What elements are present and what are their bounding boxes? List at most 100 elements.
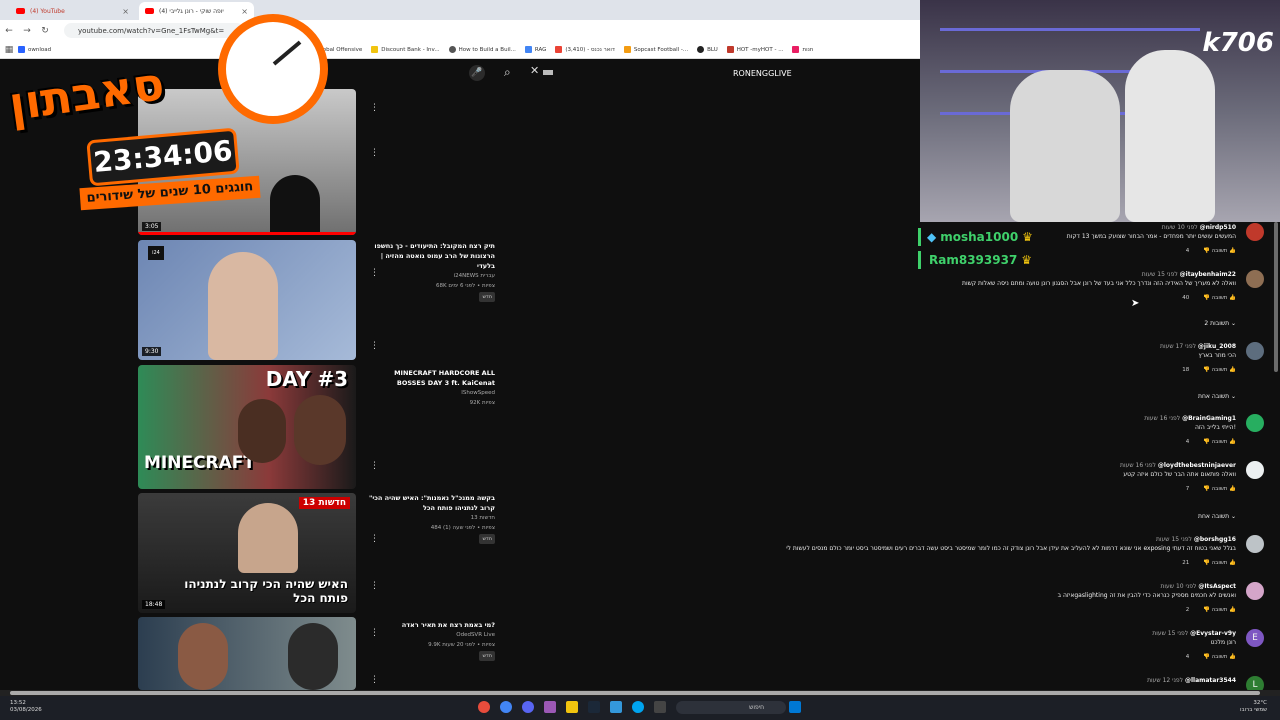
comment-author[interactable]: @jiku_2008: [1198, 343, 1236, 350]
video-thumbnail[interactable]: DAY #3 MINECRAFT: [138, 365, 356, 489]
chrome-icon[interactable]: [500, 701, 512, 713]
comment-text: וואלה לא מעריך של האידיה הזה ונדרך כלל א…: [962, 280, 1236, 287]
avatar[interactable]: [1246, 535, 1264, 553]
bookmark[interactable]: HOT -myHOT - ...: [726, 46, 783, 53]
video-meta[interactable]: תיק רצח המקובל: התיעודים - כך נחשפו הרצו…: [365, 241, 495, 302]
mic-icon[interactable]: 🎤: [469, 65, 485, 81]
steam-icon[interactable]: [588, 701, 600, 713]
like-icon[interactable]: 👍: [1229, 295, 1236, 301]
bookmark[interactable]: Discount Bank - Inv...: [371, 46, 440, 53]
bookmark[interactable]: BLU: [697, 46, 718, 53]
like-icon[interactable]: 👍: [1229, 367, 1236, 373]
discord-icon[interactable]: [522, 701, 534, 713]
reply-button[interactable]: תשובה: [1212, 367, 1228, 373]
like-icon[interactable]: 👍: [1229, 560, 1236, 566]
bookmark[interactable]: RAG: [524, 46, 546, 53]
reply-button[interactable]: תשובה: [1212, 439, 1228, 445]
chevron-down-icon: ⌄: [1230, 393, 1236, 400]
avatar[interactable]: E: [1246, 629, 1264, 647]
app-icon[interactable]: [478, 701, 490, 713]
taskbar-search[interactable]: חיפוש: [676, 701, 786, 714]
video-channel[interactable]: OdedSVR Live: [365, 630, 495, 640]
more-options-icon[interactable]: ⋮: [370, 341, 379, 351]
more-options-icon[interactable]: ⋮: [370, 581, 379, 591]
like-icon[interactable]: 👍: [1229, 439, 1236, 445]
comment-author[interactable]: @loydthebestninjaever: [1158, 462, 1236, 469]
video-title[interactable]: מי באמת רצח את תאיר ראדה?: [365, 620, 495, 630]
more-options-icon[interactable]: ⋮: [370, 461, 379, 471]
video-title[interactable]: MINECRAFT HARDCORE ALL BOSSES DAY 3 ft. …: [365, 368, 495, 388]
edge-icon[interactable]: [632, 701, 644, 713]
reply-button[interactable]: תשובה: [1212, 560, 1228, 566]
like-icon[interactable]: 👍: [1229, 248, 1236, 254]
reply-button[interactable]: תשובה: [1212, 295, 1228, 301]
more-options-icon[interactable]: ⋮: [370, 675, 379, 685]
watch-progress: [138, 232, 356, 235]
more-options-icon[interactable]: ⋮: [370, 628, 379, 638]
show-replies-button[interactable]: תשובה אחת ⌄: [1198, 393, 1236, 400]
video-channel[interactable]: i24NEWS עברית: [365, 271, 495, 281]
dislike-icon[interactable]: 👎: [1203, 367, 1210, 373]
search-input[interactable]: [543, 70, 553, 75]
video-thumbnail[interactable]: [138, 617, 356, 690]
comment-author[interactable]: @borshgg16: [1194, 536, 1236, 543]
avatar[interactable]: [1246, 414, 1264, 432]
like-icon[interactable]: 👍: [1229, 486, 1236, 492]
show-replies-button[interactable]: 2 תשובות ⌄: [1204, 320, 1236, 327]
cam-watermark: k706: [1202, 28, 1274, 58]
comment-author[interactable]: @ItsAspect: [1198, 583, 1236, 590]
show-replies-button[interactable]: תשובה אחת ⌄: [1198, 513, 1236, 520]
app-icon[interactable]: [654, 701, 666, 713]
comment-author[interactable]: @BrainGaming1: [1182, 415, 1236, 422]
comment-author[interactable]: @itaybenhaim22: [1180, 271, 1236, 278]
comments-scrollbar[interactable]: [1274, 222, 1278, 372]
scrollbar-thumb[interactable]: [10, 691, 1260, 695]
folder-icon[interactable]: [566, 701, 578, 713]
reply-button[interactable]: תשובה: [1212, 607, 1228, 613]
comment-author[interactable]: @Evystar-v9y: [1190, 630, 1236, 637]
avatar[interactable]: [1246, 342, 1264, 360]
avatar[interactable]: [1246, 223, 1264, 241]
comment-author[interactable]: @llamatar3544: [1185, 677, 1236, 684]
video-channel[interactable]: IShowSpeed: [365, 388, 495, 398]
bookmark[interactable]: חנות: [792, 46, 813, 53]
avatar[interactable]: [1246, 582, 1264, 600]
dislike-icon[interactable]: 👎: [1203, 295, 1210, 301]
comment-author[interactable]: @nirdp510: [1200, 224, 1236, 231]
windows-start-icon[interactable]: [789, 701, 801, 713]
bookmark[interactable]: How to Build a Buil...: [448, 46, 516, 53]
video-thumbnail[interactable]: חדשות 13 האיש שהיה הכי קרוב לנתניהו פותח…: [138, 493, 356, 613]
like-icon[interactable]: 👍: [1229, 654, 1236, 660]
more-options-icon[interactable]: ⋮: [370, 103, 379, 113]
headset-icon[interactable]: [544, 701, 556, 713]
clear-search-icon[interactable]: ✕: [530, 64, 539, 77]
dislike-icon[interactable]: 👎: [1203, 607, 1210, 613]
reply-button[interactable]: תשובה: [1212, 654, 1228, 660]
reply-button[interactable]: תשובה: [1212, 248, 1228, 254]
video-thumbnail[interactable]: i24 9:30: [138, 240, 356, 360]
video-title[interactable]: "בקשה ממנכ"ל נאמנות": האיש שהיה הכי קרוב…: [365, 493, 495, 513]
avatar[interactable]: [1246, 270, 1264, 288]
weather-widget[interactable]: 32°C שמשי ברובו: [1240, 700, 1267, 714]
app-icon[interactable]: [610, 701, 622, 713]
reply-button[interactable]: תשובה: [1212, 486, 1228, 492]
video-title[interactable]: תיק רצח המקובל: התיעודים - כך נחשפו הרצו…: [365, 241, 495, 271]
video-meta[interactable]: MINECRAFT HARDCORE ALL BOSSES DAY 3 ft. …: [365, 368, 495, 408]
like-icon[interactable]: 👍: [1229, 607, 1236, 613]
dislike-icon[interactable]: 👎: [1203, 248, 1210, 254]
chevron-down-icon: ⌄: [1230, 320, 1236, 327]
more-options-icon[interactable]: ⋮: [370, 534, 379, 544]
bookmark[interactable]: (3,410) - דואר נכנס: [555, 46, 615, 53]
dislike-icon[interactable]: 👎: [1203, 486, 1210, 492]
video-channel[interactable]: חדשות 13: [365, 513, 495, 523]
more-options-icon[interactable]: ⋮: [370, 148, 379, 158]
search-icon[interactable]: ⌕: [504, 65, 511, 80]
dislike-icon[interactable]: 👎: [1203, 654, 1210, 660]
chevron-down-icon: ⌄: [1230, 513, 1236, 520]
avatar[interactable]: [1246, 461, 1264, 479]
dislike-icon[interactable]: 👎: [1203, 560, 1210, 566]
dislike-icon[interactable]: 👎: [1203, 439, 1210, 445]
video-meta[interactable]: "בקשה ממנכ"ל נאמנות": האיש שהיה הכי קרוב…: [365, 493, 495, 544]
bookmark[interactable]: Sopcast Football -...: [623, 46, 688, 53]
video-meta[interactable]: מי באמת רצח את תאיר ראדה? OdedSVR Live 9…: [365, 620, 495, 661]
